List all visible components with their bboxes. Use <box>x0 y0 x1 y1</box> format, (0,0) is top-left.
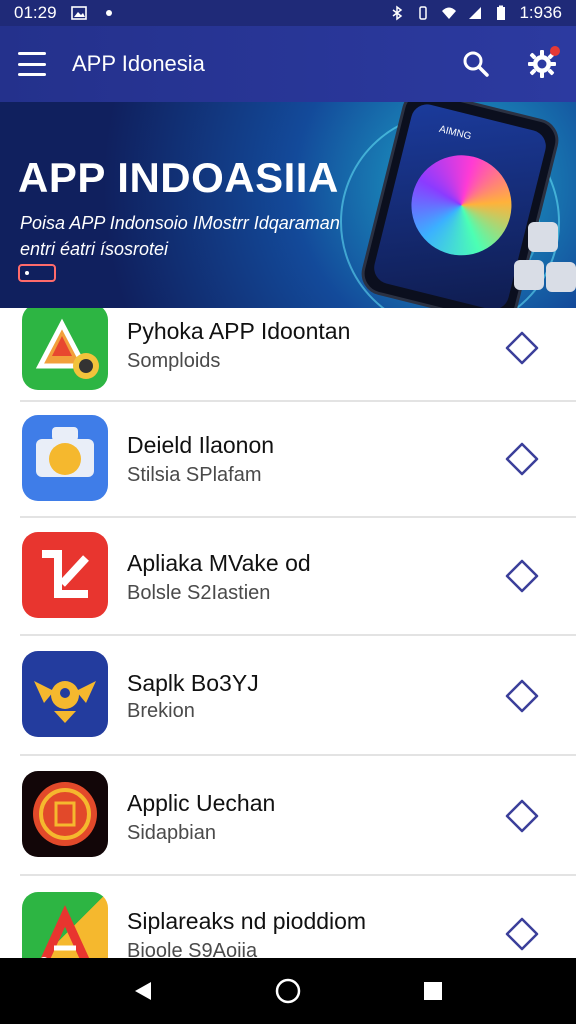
list-item[interactable]: Pyhoka APP Idoontan Somploids <box>0 308 576 406</box>
diamond-icon[interactable] <box>504 441 540 477</box>
signal-icon <box>469 7 482 19</box>
home-icon <box>275 978 301 1004</box>
promo-banner[interactable]: AIMNG APP INDOASIIA Poisa APP Indonsoio … <box>0 102 576 308</box>
app-subtitle: Bolsle S2Iastien <box>127 582 271 604</box>
diamond-icon[interactable] <box>504 798 540 834</box>
colorful-disc-graphic <box>400 144 523 266</box>
app-subtitle: Sidapbian <box>127 822 216 844</box>
app-name: Deield Ilaonon <box>127 432 275 458</box>
photo-icon <box>70 6 87 20</box>
notification-badge <box>550 46 560 56</box>
diamond-icon[interactable] <box>504 558 540 594</box>
status-bar: 01:29 1:936 <box>0 0 576 26</box>
z-logo-icon <box>22 532 108 618</box>
app-list: Pyhoka APP Idoontan Somploids Deield Ila… <box>0 308 576 958</box>
status-time-right: 1:936 <box>519 3 562 22</box>
bluetooth-icon <box>393 5 403 21</box>
banner-tile-icon <box>546 262 576 292</box>
list-item[interactable]: Siplareaks nd pioddiom Bioole S9Aoiia <box>0 876 576 958</box>
home-button[interactable] <box>268 971 308 1011</box>
settings-button[interactable] <box>526 46 560 80</box>
battery-icon <box>497 5 506 20</box>
app-subtitle: Brekion <box>127 700 195 722</box>
app-bar: APP Idonesia <box>0 26 576 102</box>
app-name: Siplareaks nd pioddiom <box>127 908 367 934</box>
back-icon <box>134 982 151 1000</box>
coin-emblem-icon <box>22 771 108 857</box>
wifi-icon <box>442 7 457 19</box>
banner-tile-icon <box>514 260 544 290</box>
app-name: Pyhoka APP Idoontan <box>127 318 351 344</box>
app-subtitle: Bioole S9Aoiia <box>127 940 258 958</box>
list-item[interactable]: Applic Uechan Sidapbian <box>0 756 576 874</box>
list-item[interactable]: Apliaka MVake od Bolsle S2Iastien <box>0 518 576 636</box>
system-nav-bar <box>0 958 576 1024</box>
list-item[interactable]: Saplk Bo3YJ Brekion <box>0 636 576 754</box>
app-title: APP Idonesia <box>72 51 205 76</box>
back-button[interactable] <box>123 971 163 1011</box>
banner-tile-icon <box>528 222 558 252</box>
menu-icon[interactable] <box>18 52 46 76</box>
dot-icon <box>105 10 112 16</box>
recents-button[interactable] <box>413 971 453 1011</box>
app-name: Saplk Bo3YJ <box>127 670 259 696</box>
vibrate-icon <box>419 6 428 20</box>
triangle-logo-icon <box>22 308 108 390</box>
status-time-left: 01:29 <box>14 3 57 22</box>
diamond-icon[interactable] <box>504 678 540 714</box>
diamond-icon[interactable] <box>504 916 540 952</box>
banner-title: APP INDOASIIA <box>18 154 339 201</box>
triangle-path-icon <box>22 892 108 958</box>
sun-puzzle-icon <box>22 415 108 501</box>
app-subtitle: Stilsia SPlafam <box>127 464 262 486</box>
app-subtitle: Somploids <box>127 350 221 372</box>
winged-emblem-icon <box>22 651 108 737</box>
app-name: Applic Uechan <box>127 790 276 816</box>
banner-subtitle: Poisa APP Indonsoio IMostrr Idqaraman en… <box>20 213 340 259</box>
app-name: Apliaka MVake od <box>127 550 311 576</box>
list-item[interactable]: Deield Ilaonon Stilsia SPlafam <box>0 402 576 520</box>
search-icon[interactable] <box>460 48 492 80</box>
banner-indicator-button[interactable] <box>18 264 56 282</box>
phone-screen-label: AIMNG <box>437 123 473 143</box>
diamond-icon[interactable] <box>504 330 540 366</box>
recents-icon <box>424 982 443 1000</box>
